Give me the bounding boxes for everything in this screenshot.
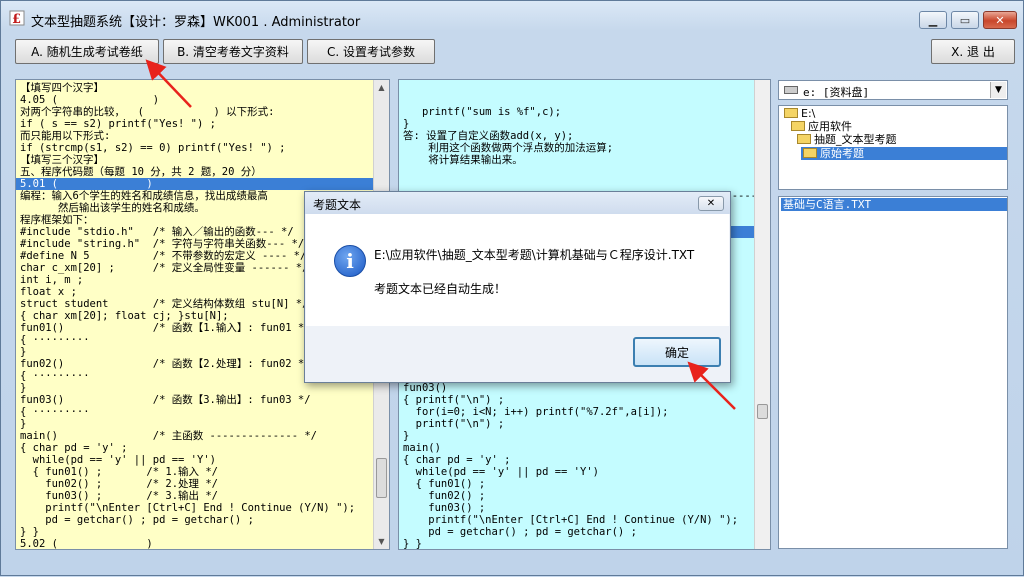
close-icon: ✕ xyxy=(706,198,716,209)
dialog-close-button[interactable]: ✕ xyxy=(698,196,724,211)
folder-icon xyxy=(797,134,811,144)
file-list[interactable]: 基础与C语言.TXT xyxy=(778,196,1008,549)
maximize-button[interactable]: ▭ xyxy=(951,11,979,29)
dialog-body: i E:\应用软件\抽题_文本型考题\计算机基础与Ｃ程序设计.TXT 考题文本已… xyxy=(306,214,729,326)
tree-item-apps[interactable]: 应用软件 xyxy=(789,120,855,133)
text-line: } xyxy=(20,382,27,394)
text-line: if ( s == s2) printf("Yes! ") ; xyxy=(20,118,216,130)
ok-button[interactable]: 确定 xyxy=(633,337,721,367)
folder-icon xyxy=(791,121,805,131)
text-line: } } xyxy=(403,538,422,550)
left-scroll-thumb[interactable] xyxy=(376,458,387,498)
text-line: printf("sum is %f",c); xyxy=(403,106,562,118)
dialog-message: 考题文本已经自动生成！ xyxy=(374,282,507,296)
minimize-icon: ▁ xyxy=(928,13,938,27)
text-line: } xyxy=(403,430,410,442)
text-line: } } xyxy=(20,526,39,538)
exit-button[interactable]: X. 退 出 xyxy=(931,39,1015,64)
mid-scrollbar[interactable] xyxy=(754,80,770,549)
text-line: { ········· xyxy=(20,406,90,418)
chevron-down-icon[interactable]: ▼ xyxy=(990,82,1006,98)
folder-icon xyxy=(784,108,798,118)
app-icon: £ xyxy=(9,10,25,26)
text-line: { printf("\n") ; xyxy=(403,394,505,406)
tree-item-root[interactable]: E:\ xyxy=(782,107,818,120)
tree-label: 应用软件 xyxy=(808,120,852,133)
text-line: fun03() xyxy=(403,382,448,394)
exam-settings-button[interactable]: C. 设置考试参数 xyxy=(307,39,435,64)
dialog-path: E:\应用软件\抽题_文本型考题\计算机基础与Ｃ程序设计.TXT xyxy=(374,248,695,262)
clear-exam-button[interactable]: B. 清空考卷文字资料 xyxy=(163,39,303,64)
text-line: main() xyxy=(403,442,441,454)
text-line: 对两个字符串的比较， ( ) 以下形式: xyxy=(20,106,275,118)
mid-scroll-thumb[interactable] xyxy=(757,404,768,419)
scroll-up-icon[interactable]: ▲ xyxy=(374,80,389,95)
main-window: £ 文本型抽题系统【设计：罗森】WK001 . Administrator ▁ … xyxy=(0,0,1024,576)
text-line: 五、程序代码题（每题 10 分，共 2 题，20 分） xyxy=(20,166,262,178)
info-icon: i xyxy=(334,245,366,277)
message-dialog: 考题文本 ✕ i E:\应用软件\抽题_文本型考题\计算机基础与Ｃ程序设计.TX… xyxy=(304,191,731,383)
file-item[interactable]: 基础与C语言.TXT xyxy=(781,198,1007,211)
tree-label: 原始考题 xyxy=(820,147,864,160)
folder-open-icon xyxy=(803,148,817,158)
text-line: 【填写四个汉字】 xyxy=(20,82,104,94)
text-line: fun02() ; xyxy=(403,490,486,502)
maximize-icon: ▭ xyxy=(959,13,971,27)
tree-label: E:\ xyxy=(801,107,816,120)
window-title: 文本型抽题系统【设计：罗森】WK001 . Administrator xyxy=(31,15,361,30)
toolbar: A. 随机生成考试卷纸 B. 清空考卷文字资料 C. 设置考试参数 X. 退 出 xyxy=(9,36,1015,70)
text-line: fun02() ; /* 2.处理 */ xyxy=(20,478,219,490)
text-line: pd = getchar() ; pd = getchar() ; xyxy=(403,526,637,538)
close-icon: ✕ xyxy=(995,13,1005,27)
tree-item-exam[interactable]: 抽题_文本型考题 xyxy=(795,133,900,146)
tree-item-original[interactable]: 原始考题 xyxy=(801,147,1007,160)
text-line: 将计算结果输出来。 xyxy=(403,154,523,166)
text-line: { char pd = 'y' ; xyxy=(403,454,511,466)
text-line: 4.05 ( ) xyxy=(20,94,160,106)
text-line: fun03() ; /* 3.输出 */ xyxy=(20,490,219,502)
text-line: 【填写三个汉字】 xyxy=(20,154,104,166)
answer-text-tail: fun03(){ printf("\n") ; for(i=0; i<N; i+… xyxy=(399,382,755,550)
text-line: fun03() /* 函数【3.输出】: fun03 */ xyxy=(20,394,311,406)
text-line: } xyxy=(20,418,27,430)
drive-select[interactable]: e: [资料盘] ▼ xyxy=(778,80,1008,100)
text-line: for(i=0; i<N; i++) printf("%7.2f",a[i]); xyxy=(403,406,669,418)
drive-label: e: [资料盘] xyxy=(803,86,870,99)
text-line: while(pd == 'y' || pd == 'Y') xyxy=(403,466,599,478)
text-line: main() /* 主函数 -------------- */ xyxy=(20,430,318,442)
text-line: if (strcmp(s1, s2) == 0) printf("Yes! ")… xyxy=(20,142,286,154)
text-line: 利用这个函数做两个浮点数的加法运算; xyxy=(403,142,614,154)
minimize-button[interactable]: ▁ xyxy=(919,11,947,29)
title-bar: £ 文本型抽题系统【设计：罗森】WK001 . Administrator ▁ … xyxy=(1,1,1023,35)
text-line: 答: 设置了自定义函数add(x, y); xyxy=(403,130,574,142)
text-line: fun03() ; xyxy=(403,502,486,514)
tree-label: 抽题_文本型考题 xyxy=(814,133,897,146)
text-line: 5.02 ( ) xyxy=(20,538,153,550)
drive-icon xyxy=(784,86,798,94)
text-line: printf("\nEnter [Ctrl+C] End ! Continue … xyxy=(20,502,356,514)
generate-exam-button[interactable]: A. 随机生成考试卷纸 xyxy=(15,39,159,64)
text-line: while(pd == 'y' || pd == 'Y') xyxy=(20,454,216,466)
dialog-title-bar: 考题文本 ✕ xyxy=(305,192,730,214)
close-window-button[interactable]: ✕ xyxy=(983,11,1017,29)
text-line: 5.01 ( ) xyxy=(16,178,374,190)
scroll-down-icon[interactable]: ▼ xyxy=(374,534,389,549)
text-line: { fun01() ; /* 1.输入 */ xyxy=(20,466,219,478)
svg-text:£: £ xyxy=(12,12,21,26)
text-line: 而只能用以下形式: xyxy=(20,130,111,142)
text-line: } xyxy=(403,118,410,130)
folder-tree[interactable]: E:\ 应用软件 抽题_文本型考题 原始考题 xyxy=(778,105,1008,190)
text-line: { fun01() ; xyxy=(403,478,486,490)
dialog-title: 考题文本 xyxy=(313,198,362,212)
text-line: pd = getchar() ; pd = getchar() ; xyxy=(20,514,254,526)
text-line: printf("\n") ; xyxy=(403,418,505,430)
text-line: { char pd = 'y' ; xyxy=(20,442,128,454)
text-line: printf("\nEnter [Ctrl+C] End ! Continue … xyxy=(403,514,739,526)
